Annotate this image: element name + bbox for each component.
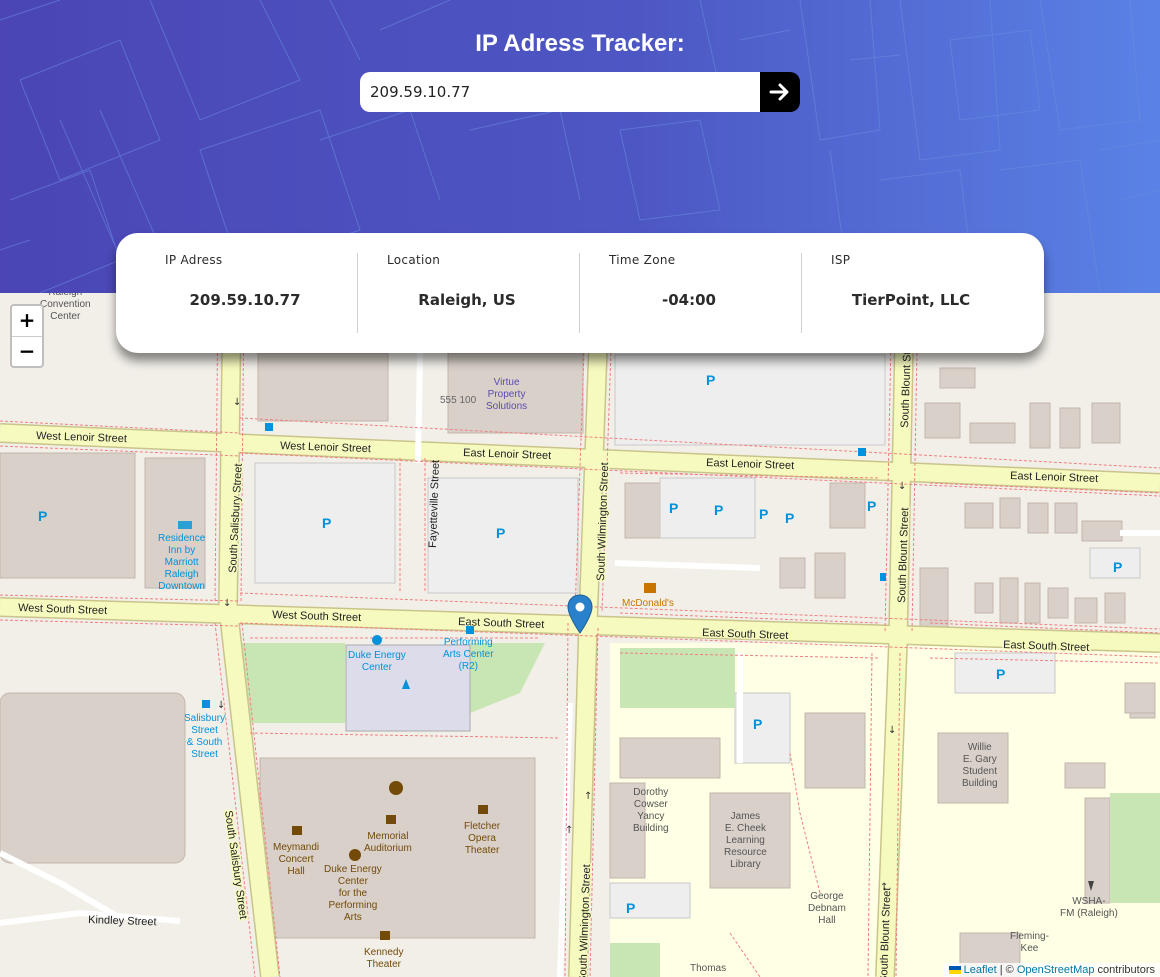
- attribution-separator: | ©: [996, 964, 1017, 976]
- poi-label: Meymandi Concert Hall: [273, 842, 320, 877]
- poi-label: James E. Cheek Learning Resource Library: [724, 811, 767, 870]
- theatre-icon: [478, 805, 488, 814]
- poi-label: Salisbury Street & South Street: [184, 713, 226, 760]
- info-value: 209.59.10.77: [189, 291, 301, 309]
- poi-label: Duke Energy Center for the Performing Ar…: [324, 864, 382, 923]
- svg-text:↓: ↓: [233, 397, 241, 408]
- zoom-control: + −: [10, 304, 44, 368]
- info-label: IP Adress: [165, 253, 223, 267]
- parking-icon: P: [669, 500, 678, 516]
- parking-icon: P: [753, 716, 762, 732]
- parking-icon: P: [322, 515, 331, 531]
- parking-icon: P: [706, 372, 715, 388]
- leaflet-link[interactable]: Leaflet: [964, 964, 997, 976]
- poi-label: Raleigh Convention Center: [40, 293, 91, 322]
- bus-stop-icon: [202, 700, 210, 708]
- arrow-right-icon: [769, 83, 789, 101]
- bus-stop-icon: [880, 573, 886, 581]
- parking-icon: P: [785, 510, 794, 526]
- address-label: 555 100: [440, 395, 477, 406]
- poi-label: Kennedy Theater: [364, 947, 404, 970]
- attribution-suffix: contributors: [1094, 964, 1155, 976]
- search-submit-button[interactable]: [760, 72, 800, 112]
- svg-text:↑: ↑: [565, 825, 573, 836]
- info-timezone: Time Zone -04:00: [560, 233, 782, 353]
- poi-label: Fleming- Kee: [1010, 931, 1049, 954]
- hotel-icon: [178, 521, 192, 529]
- poi-label: Memorial Auditorium: [364, 831, 412, 854]
- parking-icon: P: [626, 900, 635, 916]
- info-value: TierPoint, LLC: [851, 291, 971, 309]
- bus-stop-icon: [265, 423, 273, 431]
- ukraine-flag-icon: [948, 966, 961, 975]
- page-title: IP Adress Tracker:: [475, 30, 685, 57]
- location-marker-icon[interactable]: [567, 594, 593, 638]
- svg-text:↓: ↓: [898, 481, 906, 492]
- zoom-in-button[interactable]: +: [12, 306, 42, 337]
- poi-label: McDonald's: [622, 598, 674, 609]
- theatre-icon: [386, 815, 396, 824]
- osm-link[interactable]: OpenStreetMap: [1017, 964, 1095, 976]
- parking-icon: P: [1113, 559, 1122, 575]
- poi-label: Virtue Property Solutions: [486, 377, 528, 412]
- poi-label: George Debnam Hall: [808, 891, 846, 926]
- ip-search-input[interactable]: [360, 72, 760, 112]
- poi-label: WSHA- FM (Raleigh): [1060, 896, 1118, 919]
- zoom-out-button[interactable]: −: [12, 337, 42, 367]
- arts-icon: [349, 849, 361, 861]
- parking-icon: P: [496, 525, 505, 541]
- parking-icon: P: [867, 498, 876, 514]
- theatre-icon: [380, 931, 390, 940]
- theatre-icon: [292, 826, 302, 835]
- poi-label: Willie E. Gary Student Building: [962, 742, 998, 789]
- ip-info-card: IP Adress 209.59.10.77 Location Raleigh,…: [116, 233, 1044, 353]
- map-attribution: Leaflet | © OpenStreetMap contributors: [943, 963, 1160, 977]
- svg-text:↓: ↓: [223, 598, 231, 609]
- info-isp: ISP TierPoint, LLC: [782, 233, 1004, 353]
- arts-icon: [389, 781, 403, 795]
- poi-label: Fletcher Opera Theater: [464, 821, 501, 856]
- info-label: ISP: [831, 253, 851, 267]
- ip-search-form: [360, 72, 800, 112]
- info-location: Location Raleigh, US: [338, 233, 560, 353]
- bicycle-icon: [372, 635, 382, 645]
- svg-text:↑: ↑: [880, 882, 888, 893]
- svg-text:↑: ↑: [584, 791, 592, 802]
- street-label: Kindley Street: [88, 914, 157, 928]
- poi-label: Dorothy Cowser Yancy Building: [633, 787, 669, 834]
- info-label: Location: [387, 253, 441, 267]
- info-ip-address: IP Adress 209.59.10.77: [116, 233, 338, 353]
- svg-text:↓: ↓: [217, 700, 225, 711]
- info-value: -04:00: [662, 291, 716, 309]
- parking-icon: P: [38, 508, 47, 524]
- poi-label: Thomas: [690, 963, 727, 974]
- bus-stop-icon: [466, 626, 474, 634]
- poi-label: Residence Inn by Marriott Raleigh Downto…: [158, 533, 206, 592]
- svg-text:↓: ↓: [888, 725, 896, 736]
- info-value: Raleigh, US: [418, 291, 516, 309]
- bus-stop-icon: [858, 448, 866, 456]
- parking-icon: P: [714, 502, 723, 518]
- parking-icon: P: [996, 666, 1005, 682]
- poi-label: Performing Arts Center (R2): [443, 637, 494, 672]
- poi-label: Duke Energy Center: [348, 650, 406, 673]
- fast-food-icon: [644, 583, 656, 593]
- info-label: Time Zone: [609, 253, 676, 267]
- parking-icon: P: [759, 506, 768, 522]
